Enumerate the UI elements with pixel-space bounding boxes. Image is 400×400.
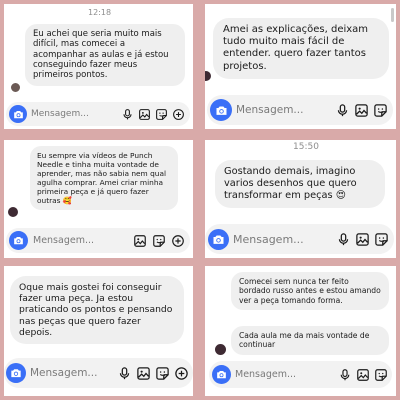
gallery-button[interactable] — [133, 234, 147, 248]
microphone-icon — [336, 232, 351, 247]
sticker-button[interactable] — [155, 108, 168, 121]
message-bubble: Amei as explicações, deixam tudo muito m… — [213, 18, 389, 79]
microphone-icon — [335, 103, 350, 118]
message-timestamp: 12:18 — [88, 8, 112, 17]
camera-button[interactable] — [6, 363, 26, 383]
microphone-button[interactable] — [121, 108, 134, 121]
camera-button[interactable] — [208, 228, 229, 250]
microphone-icon — [121, 108, 134, 121]
sticker-icon — [155, 108, 168, 121]
camera-icon — [215, 368, 228, 381]
camera-button[interactable] — [9, 105, 27, 123]
camera-button[interactable] — [9, 231, 28, 250]
gallery-button[interactable] — [138, 108, 151, 121]
scrollbar[interactable] — [391, 8, 394, 22]
chat-screenshot-3: Eu sempre via vídeos de Punch Needle e t… — [4, 140, 193, 258]
message-composer[interactable]: Mensagem... — [4, 358, 193, 388]
gallery-button[interactable] — [136, 366, 151, 381]
camera-icon — [214, 103, 229, 118]
plus-icon — [174, 366, 189, 381]
message-bubble: Comecei sem nunca ter feito bordado russ… — [231, 272, 389, 310]
gallery-button[interactable] — [354, 103, 369, 118]
image-icon — [356, 368, 370, 382]
message-composer[interactable]: Mensagem... — [6, 102, 190, 126]
camera-icon — [12, 108, 25, 121]
sticker-button[interactable] — [155, 366, 170, 381]
image-icon — [133, 234, 147, 248]
sticker-icon — [373, 103, 388, 118]
message-bubble: Oque mais gostei foi conseguir fazer uma… — [10, 276, 184, 345]
camera-button[interactable] — [212, 365, 231, 384]
avatar — [214, 343, 227, 356]
image-icon — [354, 103, 369, 118]
camera-icon — [211, 232, 226, 247]
microphone-button[interactable] — [335, 103, 350, 118]
chat-screenshot-2: Amei as explicações, deixam tudo muito m… — [205, 4, 396, 129]
message-input[interactable]: Mensagem... — [233, 233, 332, 246]
message-bubble: Cada aula me da mais vontade de continua… — [231, 326, 389, 355]
avatar — [205, 70, 212, 82]
camera-icon — [9, 366, 23, 380]
chat-screenshot-5: Oque mais gostei foi conseguir fazer uma… — [4, 266, 193, 396]
message-bubble: Eu sempre via vídeos de Punch Needle e t… — [30, 146, 178, 211]
avatar — [10, 82, 21, 93]
microphone-icon — [338, 368, 352, 382]
message-input[interactable]: Mensagem... — [30, 367, 113, 379]
sticker-icon — [374, 232, 389, 247]
message-input[interactable]: Mensagem... — [236, 104, 331, 116]
message-composer[interactable]: Mensagem... — [6, 228, 190, 253]
more-button[interactable] — [171, 234, 185, 248]
sticker-icon — [374, 368, 388, 382]
message-composer[interactable]: Mensagem... — [207, 95, 393, 125]
microphone-button[interactable] — [336, 232, 351, 247]
gallery-button[interactable] — [355, 232, 370, 247]
message-composer[interactable]: Mensagem... — [205, 224, 394, 254]
plus-icon — [171, 234, 185, 248]
more-button[interactable] — [172, 108, 185, 121]
microphone-icon — [117, 366, 132, 381]
sticker-icon — [155, 366, 170, 381]
camera-icon — [12, 234, 25, 247]
sticker-icon — [152, 234, 166, 248]
message-input[interactable]: Mensagem... — [235, 369, 334, 380]
message-input[interactable]: Mensagem... — [31, 109, 117, 119]
message-composer[interactable]: Mensagem... — [209, 361, 392, 388]
image-icon — [138, 108, 151, 121]
message-input[interactable]: Mensagem... — [33, 235, 128, 246]
gallery-button[interactable] — [356, 368, 370, 382]
microphone-button[interactable] — [117, 366, 132, 381]
message-bubble: Eu achei que seria muito mais difícil, m… — [25, 24, 185, 86]
sticker-button[interactable] — [374, 232, 389, 247]
more-button[interactable] — [174, 366, 189, 381]
avatar — [7, 206, 19, 218]
image-icon — [136, 366, 151, 381]
sticker-button[interactable] — [374, 368, 388, 382]
image-icon — [355, 232, 370, 247]
sticker-button[interactable] — [152, 234, 166, 248]
chat-screenshot-6: Comecei sem nunca ter feito bordado russ… — [205, 266, 396, 396]
message-timestamp: 15:50 — [293, 142, 319, 152]
microphone-button[interactable] — [338, 368, 352, 382]
message-bubble: Gostando demais, imagino varios desenhos… — [215, 160, 385, 208]
chat-screenshot-4: 15:50 Gostando demais, imagino varios de… — [205, 140, 396, 258]
camera-button[interactable] — [210, 99, 232, 121]
plus-icon — [172, 108, 185, 121]
chat-screenshot-1: 12:18 Eu achei que seria muito mais difí… — [4, 4, 193, 129]
sticker-button[interactable] — [373, 103, 388, 118]
